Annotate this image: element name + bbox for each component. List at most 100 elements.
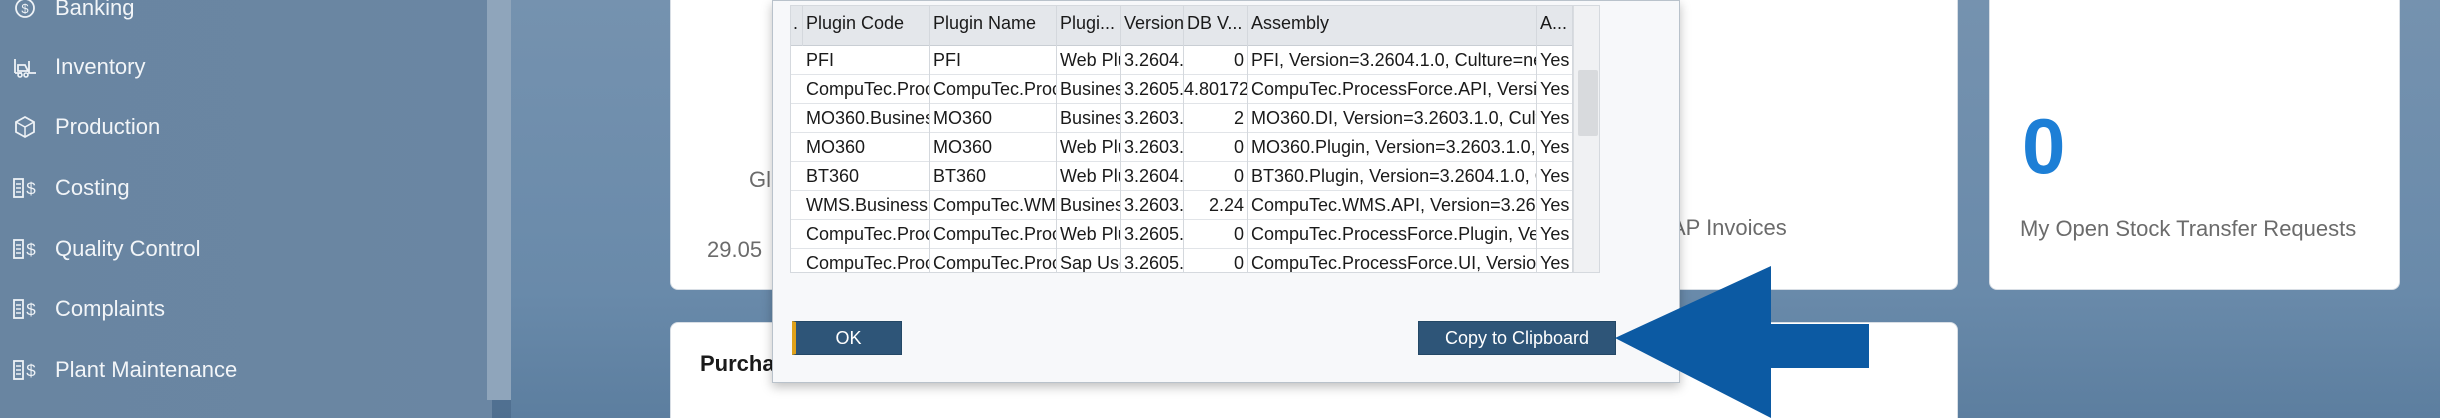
grid-scrollbar-thumb[interactable]: [1578, 70, 1598, 136]
cell-db-version: 4.80172: [1184, 75, 1248, 104]
cell-db-version: 2.24: [1184, 191, 1248, 220]
cell-active: Yes: [1537, 104, 1573, 133]
cell-plugin-type: Web Plu: [1057, 162, 1121, 191]
cell-plugin-code: CompuTec.Proc: [803, 220, 930, 249]
sidebar-item-inventory[interactable]: Inventory: [0, 47, 480, 87]
stock-transfer-count: 0: [2022, 102, 2066, 190]
cell-assembly: MO360.Plugin, Version=3.2603.1.0, C: [1248, 133, 1537, 162]
cell-plugin-code: MO360.Business: [803, 104, 930, 133]
cell-plugin-type: Web Plu: [1057, 133, 1121, 162]
sidebar-item-label: Quality Control: [55, 236, 201, 261]
copy-to-clipboard-button[interactable]: Copy to Clipboard: [1418, 321, 1616, 355]
plugins-dialog: . Plugin Code Plugin Name Plugi... Versi…: [772, 0, 1680, 383]
sidebar-item-costing[interactable]: $ Costing: [0, 168, 480, 208]
table-row[interactable]: CompuTec.Proc CompuTec.Proc Web Plu 3.26…: [791, 220, 1573, 249]
cell-db-version: 0: [1184, 162, 1248, 191]
table-row[interactable]: MO360.Business MO360 Busines 3.2603.1 2 …: [791, 104, 1573, 133]
sidebar-item-label: Inventory: [55, 54, 146, 79]
svg-text:$: $: [26, 300, 36, 319]
grid-scrollbar[interactable]: [1573, 6, 1599, 272]
svg-text:$: $: [26, 361, 36, 380]
sidebar-item-quality-control[interactable]: $ Quality Control: [0, 229, 480, 269]
sidebar-item-complaints[interactable]: $ Complaints: [0, 289, 480, 329]
cell-assembly: CompuTec.ProcessForce.UI, Version: [1248, 249, 1537, 272]
dollar-circle-icon: $: [12, 0, 38, 21]
cell-version: 3.2604.1: [1121, 46, 1184, 75]
cell-version: 3.2605.2: [1121, 249, 1184, 272]
cell-plugin-name: PFI: [930, 46, 1057, 75]
svg-text:$: $: [26, 179, 36, 198]
sidebar-item-label: Complaints: [55, 296, 166, 321]
stock-transfer-label: My Open Stock Transfer Requests: [2020, 216, 2357, 241]
cell-plugin-type: Web Plu: [1057, 46, 1121, 75]
card-label: Gl: [749, 167, 771, 192]
purchase-card-title: Purcha: [700, 351, 775, 376]
column-header[interactable]: .: [791, 6, 803, 46]
sidebar-scrollbar[interactable]: [487, 0, 511, 400]
cell-active: Yes: [1537, 133, 1573, 162]
cell-db-version: 0: [1184, 46, 1248, 75]
table-row[interactable]: WMS.BusinessL CompuTec.WMS Busines 3.260…: [791, 191, 1573, 220]
ledger-dollar-icon: $: [12, 236, 38, 262]
cell-active: Yes: [1537, 191, 1573, 220]
cell-plugin-code: MO360: [803, 133, 930, 162]
grid-header: . Plugin Code Plugin Name Plugi... Versi…: [791, 6, 1573, 46]
column-header[interactable]: Plugin Name: [930, 6, 1057, 46]
cell-plugin-name: CompuTec.Proc: [930, 75, 1057, 104]
svg-text:$: $: [21, 1, 29, 16]
cell-plugin-name: CompuTec.Proc: [930, 249, 1057, 272]
column-header[interactable]: Plugi...: [1057, 6, 1121, 46]
column-header[interactable]: Assembly: [1248, 6, 1537, 46]
table-row[interactable]: CompuTec.Proc CompuTec.Proc Sap Use 3.26…: [791, 249, 1573, 272]
cell-plugin-type: Sap Use: [1057, 249, 1121, 272]
cell-db-version: 0: [1184, 133, 1248, 162]
cell-plugin-type: Busines: [1057, 191, 1121, 220]
cell-plugin-type: Busines: [1057, 75, 1121, 104]
cell-version: 3.2605.2: [1121, 220, 1184, 249]
column-header[interactable]: Version: [1121, 6, 1184, 46]
cell-plugin-code: CompuTec.Proc: [803, 75, 930, 104]
column-header[interactable]: DB V...: [1184, 6, 1248, 46]
cell-plugin-name: MO360: [930, 104, 1057, 133]
table-row[interactable]: PFI PFI Web Plu 3.2604.1 0 PFI, Version=…: [791, 46, 1573, 75]
cell-assembly: PFI, Version=3.2604.1.0, Culture=ne: [1248, 46, 1537, 75]
sidebar-item-banking[interactable]: $ Banking: [0, 0, 480, 28]
svg-text:$: $: [26, 240, 36, 259]
cell-version: 3.2603.1: [1121, 104, 1184, 133]
sidebar-item-label: Production: [55, 114, 161, 139]
ledger-dollar-icon: $: [12, 175, 38, 201]
cell-plugin-name: BT360: [930, 162, 1057, 191]
column-header[interactable]: Plugin Code: [803, 6, 930, 46]
cell-active: Yes: [1537, 75, 1573, 104]
cell-plugin-code: PFI: [803, 46, 930, 75]
cell-db-version: 0: [1184, 220, 1248, 249]
cell-plugin-name: CompuTec.Proc: [930, 220, 1057, 249]
cell-assembly: CompuTec.ProcessForce.Plugin, Vers: [1248, 220, 1537, 249]
sidebar-item-label: Costing: [55, 175, 130, 200]
ap-invoices-label: AP Invoices: [1671, 215, 1787, 240]
cell-db-version: 2: [1184, 104, 1248, 133]
cell-version: 3.2603.1: [1121, 191, 1184, 220]
forklift-icon: [12, 54, 38, 80]
cell-plugin-code: BT360: [803, 162, 930, 191]
column-header[interactable]: A...: [1537, 6, 1573, 46]
cell-assembly: BT360.Plugin, Version=3.2604.1.0, C: [1248, 162, 1537, 191]
cell-db-version: 0: [1184, 249, 1248, 272]
plugins-grid[interactable]: . Plugin Code Plugin Name Plugi... Versi…: [790, 5, 1600, 273]
table-row[interactable]: BT360 BT360 Web Plu 3.2604.1 0 BT360.Plu…: [791, 162, 1573, 191]
cell-assembly: MO360.DI, Version=3.2603.1.0, Cult: [1248, 104, 1537, 133]
sidebar-item-production[interactable]: Production: [0, 107, 480, 147]
cell-active: Yes: [1537, 249, 1573, 272]
ok-button[interactable]: OK: [792, 321, 902, 355]
cell-plugin-code: CompuTec.Proc: [803, 249, 930, 272]
sidebar-item-plant-maintenance[interactable]: $ Plant Maintenance: [0, 350, 480, 390]
cell-version: 3.2603.1: [1121, 133, 1184, 162]
cell-active: Yes: [1537, 162, 1573, 191]
stock-transfer-card[interactable]: 0 My Open Stock Transfer Requests: [1989, 0, 2400, 290]
table-row[interactable]: CompuTec.Proc CompuTec.Proc Busines 3.26…: [791, 75, 1573, 104]
cell-active: Yes: [1537, 46, 1573, 75]
cell-active: Yes: [1537, 220, 1573, 249]
cell-assembly: CompuTec.ProcessForce.API, Versio: [1248, 75, 1537, 104]
cell-version: 3.2605.2: [1121, 75, 1184, 104]
table-row[interactable]: MO360 MO360 Web Plu 3.2603.1 0 MO360.Plu…: [791, 133, 1573, 162]
